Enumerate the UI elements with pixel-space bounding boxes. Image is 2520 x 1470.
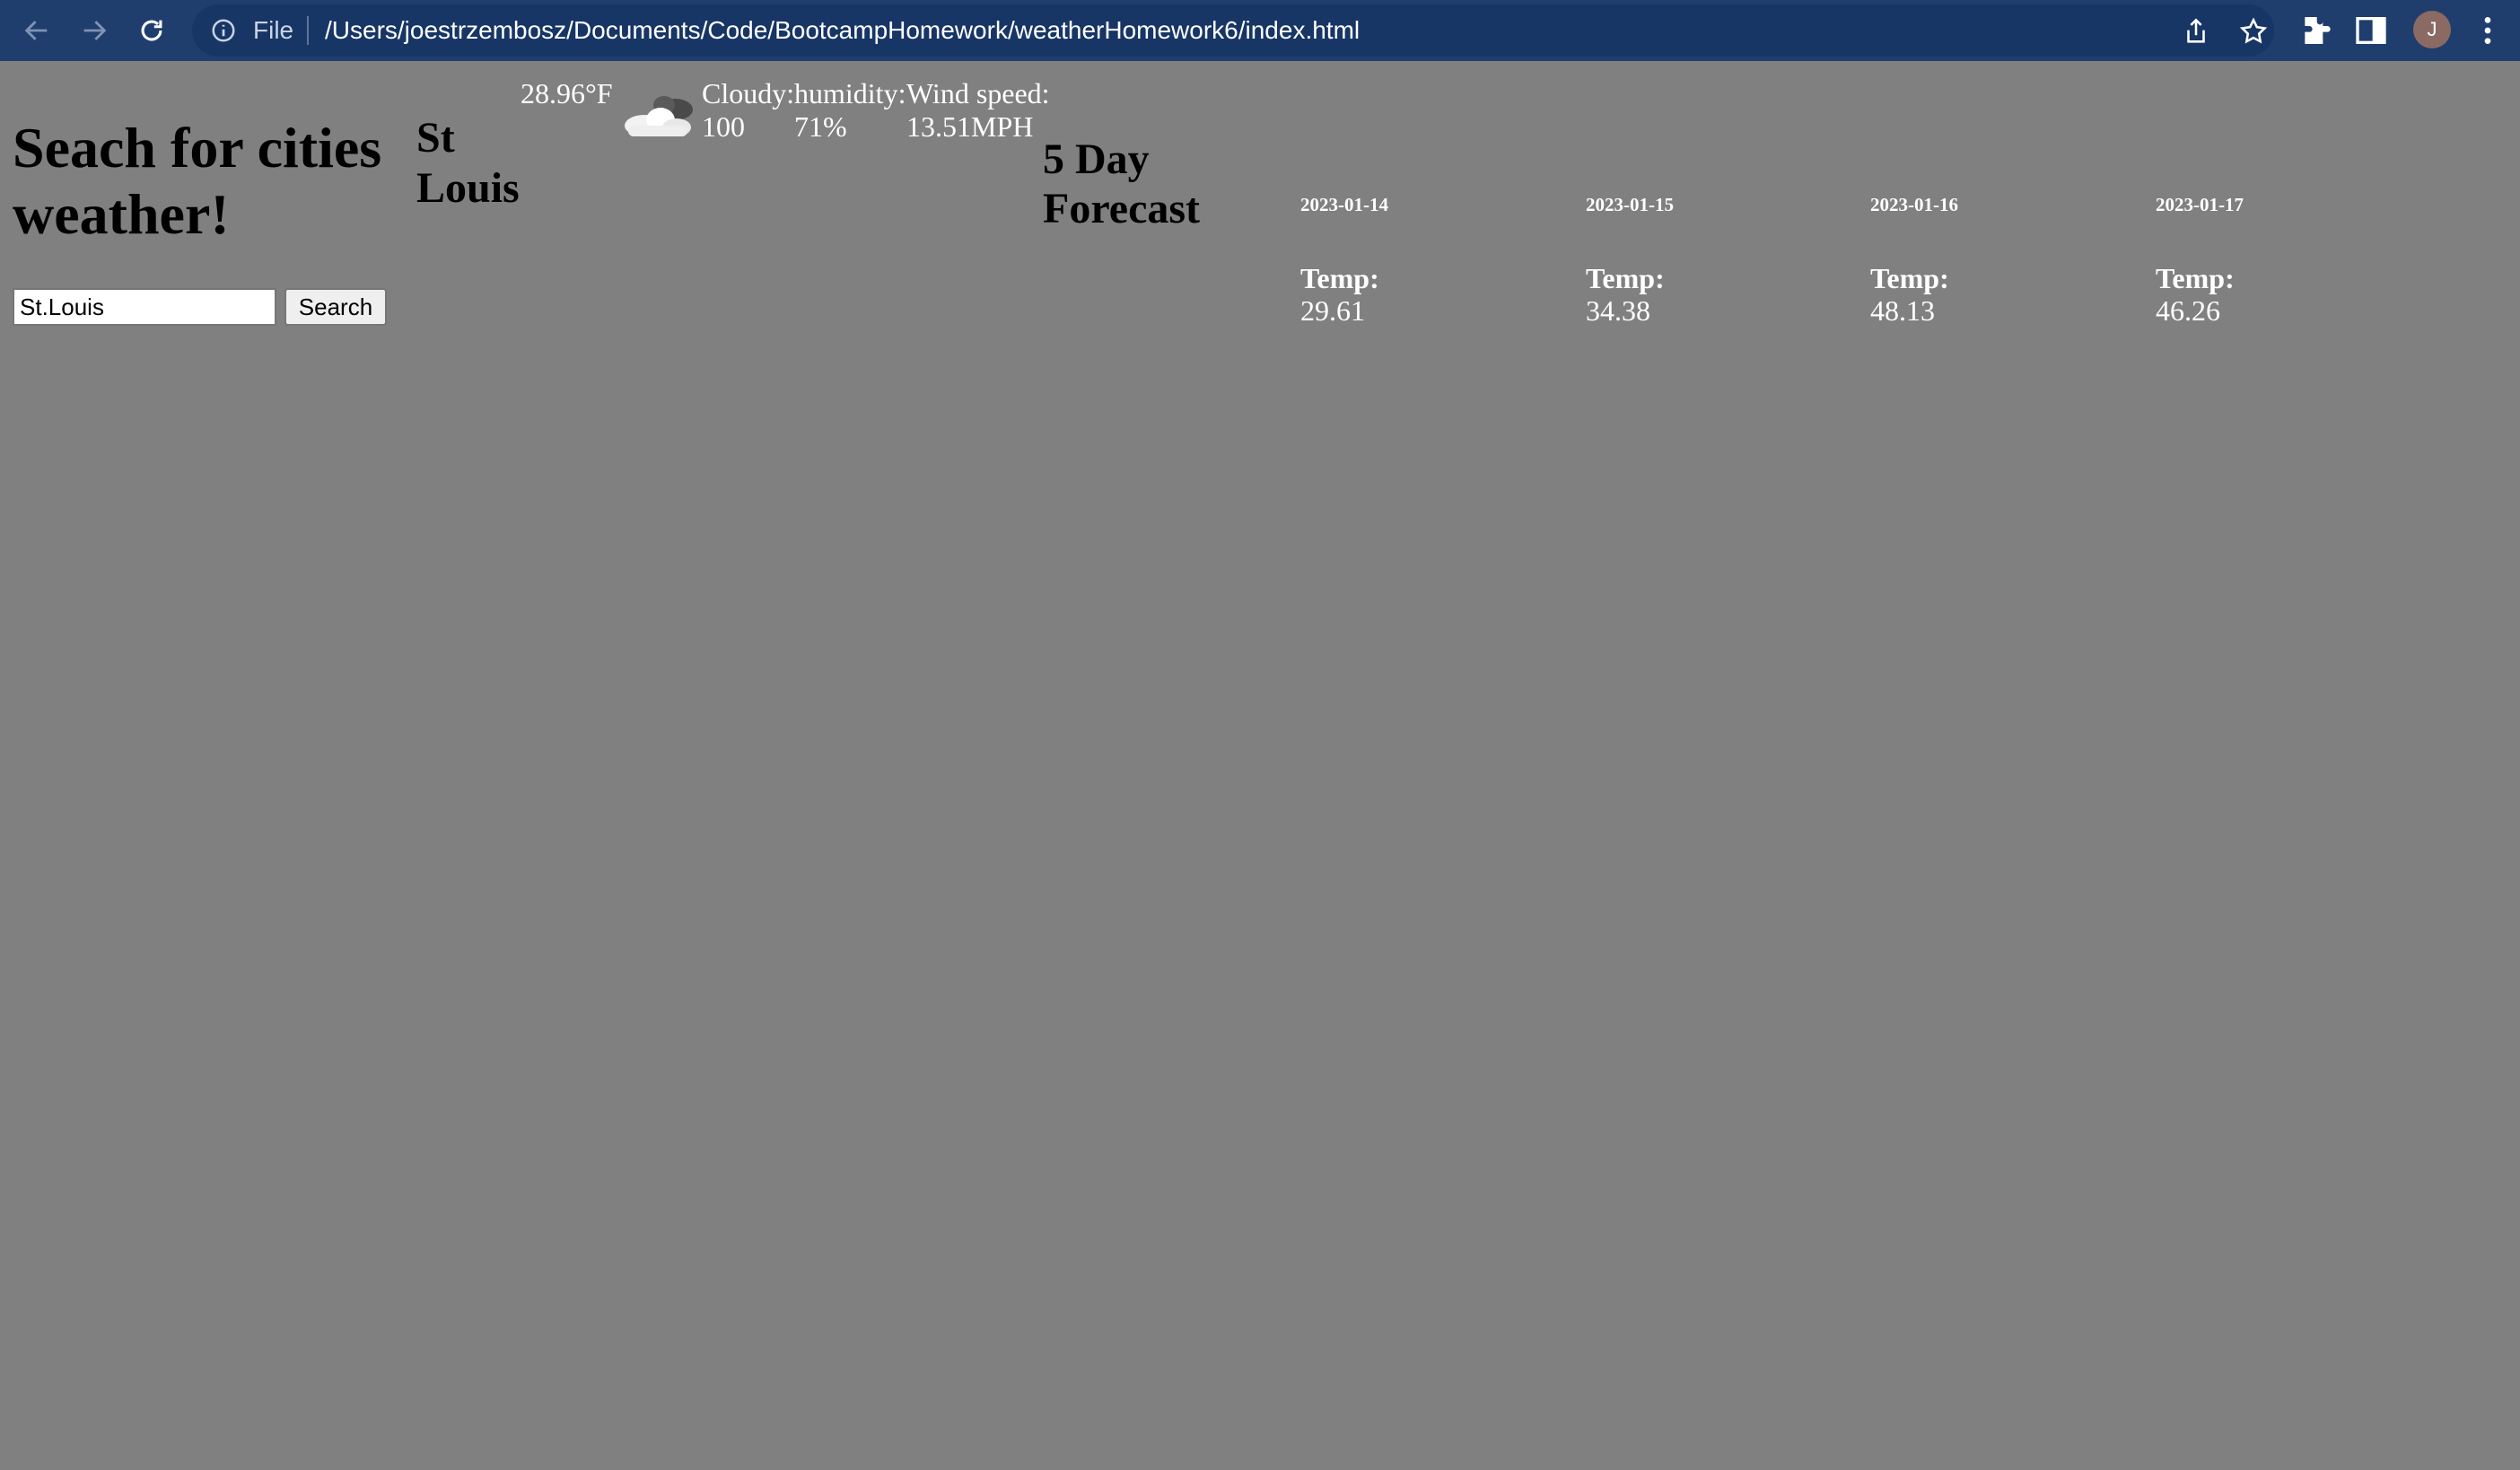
city-search-input[interactable] (13, 288, 276, 326)
page-title: Seach for cities weather! (13, 116, 382, 246)
search-button[interactable]: Search (284, 288, 387, 326)
address-bar[interactable]: File /Users/joestrzembosz/Documents/Code… (192, 4, 2274, 57)
back-arrow-icon (24, 21, 48, 40)
forecast-day-card: 2023-01-17 Temp: 46.26 (2156, 192, 2425, 327)
forecast-temp-value: 34.38 (1586, 294, 1650, 327)
reload-button[interactable] (130, 9, 173, 52)
address-divider (307, 16, 309, 45)
browser-toolbar: File /Users/joestrzembosz/Documents/Code… (0, 0, 2520, 61)
forecast-date: 2023-01-17 (2156, 194, 2244, 215)
extensions-icon[interactable] (2297, 13, 2333, 48)
forecast-temp-label: Temp: (1586, 262, 1665, 294)
forecast-temp-value: 46.26 (2156, 294, 2220, 327)
forecast-date: 2023-01-14 (1300, 194, 1388, 215)
current-city-name: St Louis (416, 114, 520, 212)
forecast-date: 2023-01-15 (1586, 194, 1674, 215)
forecast-temp-label: Temp: (2156, 262, 2235, 294)
forward-button[interactable] (73, 9, 116, 52)
url-text[interactable]: /Users/joestrzembosz/Documents/Code/Boot… (325, 16, 1360, 45)
cloud-icon (625, 96, 693, 136)
wind-speed-value: Wind speed: 13.51MPH (906, 77, 1050, 143)
forecast-date: 2023-01-16 (1870, 194, 1958, 215)
kebab-menu-icon[interactable] (2470, 13, 2506, 48)
forecast-day-card: 2023-01-15 Temp: 34.38 (1586, 192, 1855, 327)
forecast-temp-value: 48.13 (1870, 294, 1935, 327)
forecast-heading: 5 Day Forecast (1043, 136, 1201, 232)
forecast-temp-value: 29.61 (1300, 294, 1365, 327)
back-button[interactable] (15, 9, 58, 52)
humidity-value: humidity: 71% (794, 77, 906, 143)
info-icon[interactable] (210, 17, 237, 44)
forecast-day-card: 2023-01-16 Temp: 48.13 (1870, 192, 2139, 327)
reload-icon (141, 20, 162, 41)
forecast-temp-label: Temp: (1300, 262, 1379, 294)
profile-avatar[interactable]: J (2413, 11, 2451, 48)
forward-arrow-icon (83, 21, 107, 40)
forecast-temp-label: Temp: (1870, 262, 1949, 294)
forecast-day-card: 2023-01-14 Temp: 29.61 (1300, 192, 1570, 327)
side-panel-icon[interactable] (2353, 13, 2389, 48)
file-scheme-label: File (253, 16, 294, 44)
current-temperature: 28.96°F (521, 77, 613, 109)
star-icon[interactable] (2238, 16, 2269, 47)
share-icon[interactable] (2181, 16, 2211, 47)
cloudiness-value: Cloudy: 100 (702, 77, 795, 143)
